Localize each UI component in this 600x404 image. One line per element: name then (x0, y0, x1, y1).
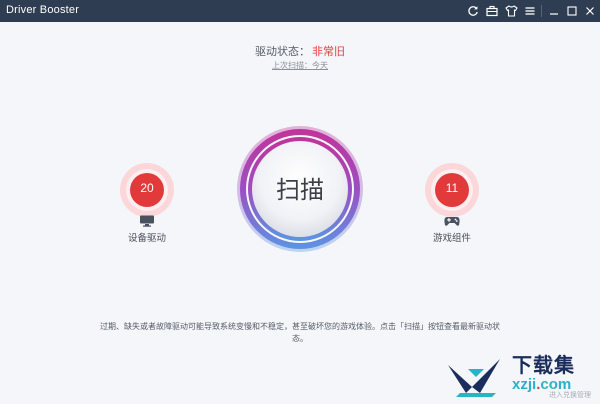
game-components-badge-graphic (425, 163, 479, 217)
title-bar: Driver Booster (0, 0, 600, 22)
refresh-icon[interactable] (465, 3, 481, 19)
menu-icon[interactable] (522, 3, 538, 19)
driver-status: 驱动状态： 非常旧 (0, 43, 600, 59)
driver-status-label: 驱动状态： (255, 45, 310, 58)
gamepad-icon (444, 212, 460, 226)
toolbox-icon[interactable] (484, 3, 500, 19)
device-drivers-badge-graphic (120, 163, 174, 217)
watermark-url-prefix: xzji (512, 376, 537, 393)
watermark-cn-text: 下载集 (512, 353, 575, 377)
device-drivers-badge[interactable]: 20 (119, 162, 175, 218)
watermark-logo (446, 357, 502, 401)
driver-booster-window: Driver Booster 驱动状态： 非常旧 上次扫描：今天 扫描 20 设… (0, 0, 600, 404)
game-components-badge[interactable]: 11 (424, 162, 480, 218)
last-scan-link[interactable]: 上次扫描：今天 (272, 61, 328, 70)
driver-status-value: 非常旧 (312, 45, 345, 58)
app-title: Driver Booster (6, 4, 80, 16)
minimize-icon[interactable] (546, 3, 562, 19)
device-drivers-label[interactable]: 设备驱动 (107, 230, 187, 244)
monitor-icon (139, 212, 155, 227)
title-bar-separator (541, 5, 542, 17)
last-scan: 上次扫描：今天 (0, 60, 600, 71)
game-components-label[interactable]: 游戏组件 (412, 230, 492, 244)
scan-button[interactable]: 扫描 (236, 125, 364, 253)
faint-link[interactable]: 进入兑换管理 (549, 390, 591, 400)
close-icon[interactable] (582, 3, 598, 19)
maximize-icon[interactable] (564, 3, 580, 19)
scan-button-ring (237, 126, 363, 252)
footer-message: 过期、缺失或者故障驱动可能导致系统变慢和不稳定，甚至破坏您的游戏体验。点击「扫描… (100, 322, 500, 343)
shirt-icon[interactable] (503, 3, 519, 19)
